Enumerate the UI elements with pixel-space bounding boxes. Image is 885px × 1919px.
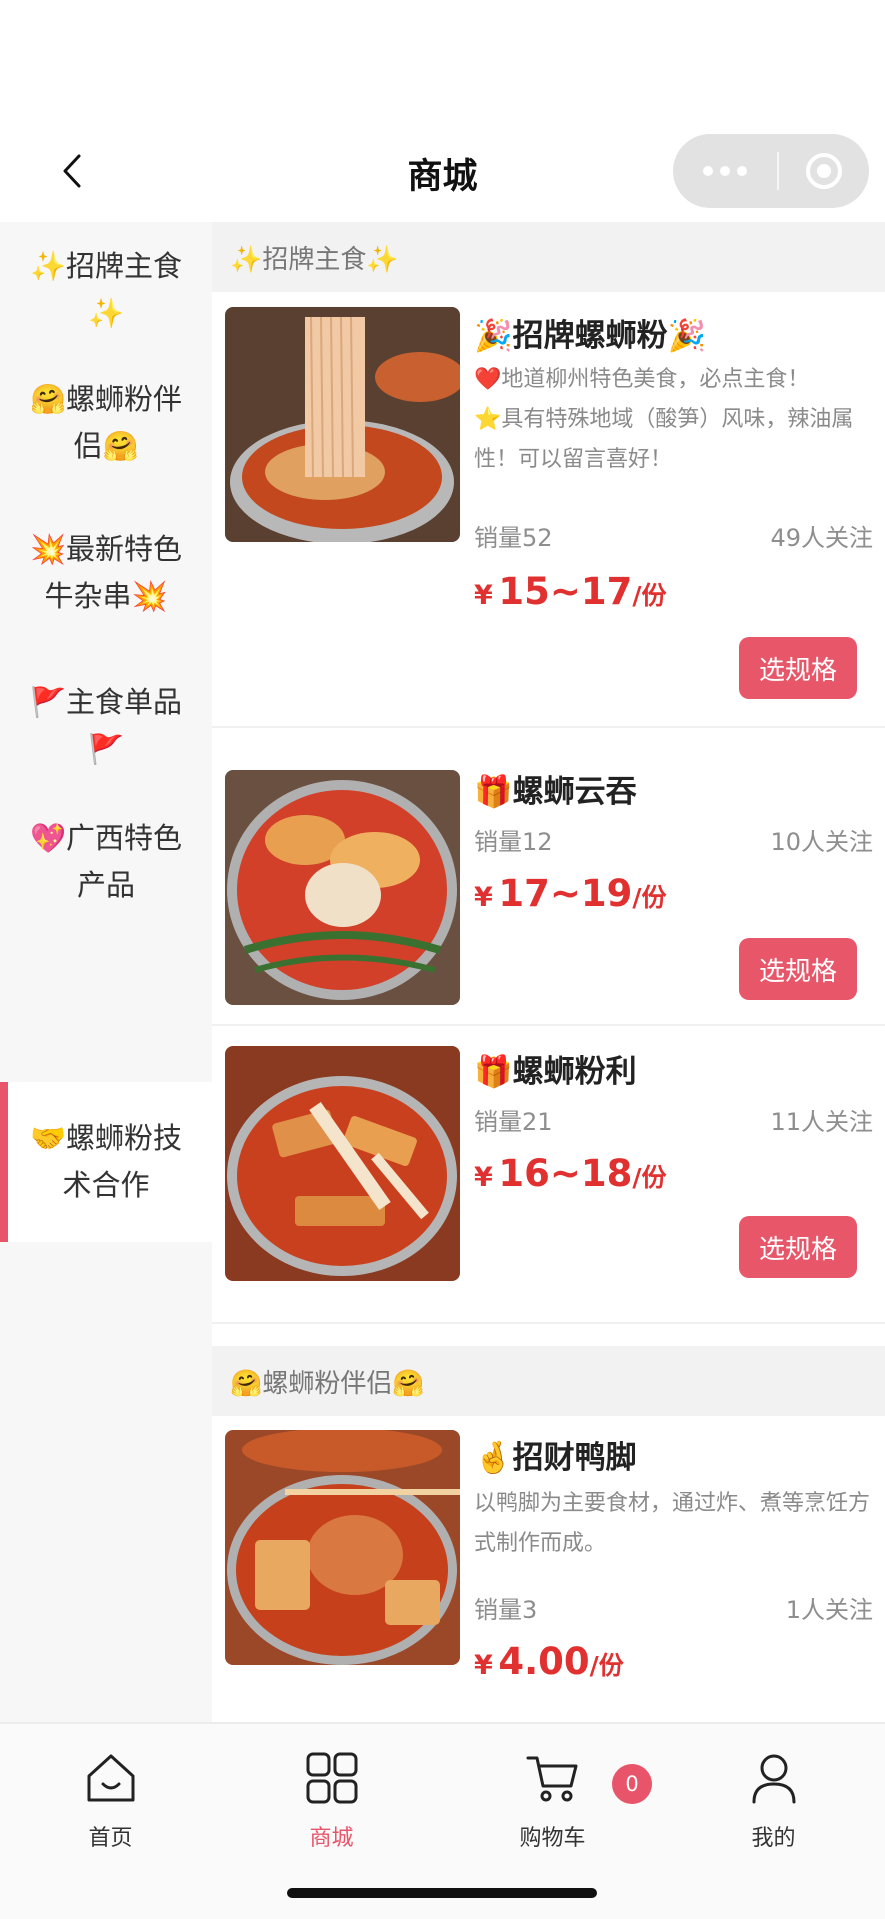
user-icon: [752, 1754, 795, 1804]
product-name[interactable]: 🎉招牌螺蛳粉🎉: [474, 310, 706, 355]
category-sidebar: ✨招牌主食✨ 🤗螺蛳粉伴侣🤗 💥最新特色牛杂串💥 🚩主食单品🚩 💖广西特色产品 …: [0, 222, 212, 1722]
sidebar-item-tech-cooperation[interactable]: 🤝螺蛳粉技术合作: [0, 1082, 212, 1242]
product-image[interactable]: [225, 1430, 460, 1665]
price-value: 4.00: [498, 1640, 590, 1683]
follower-count: 49人关注: [770, 524, 873, 552]
price-value: 17~19: [498, 872, 633, 915]
home-icon: [87, 1754, 134, 1802]
product-name[interactable]: 🎁螺蛳云吞: [474, 766, 637, 811]
sidebar-item-label: 💖广西特色产品: [29, 821, 183, 902]
product-description-line: ⭐具有特殊地域（酸笋）风味，辣油属性！可以留言喜好！: [474, 407, 854, 472]
select-spec-button[interactable]: 选规格: [739, 1216, 857, 1278]
sidebar-item-snail-noodle-companion[interactable]: 🤗螺蛳粉伴侣🤗: [0, 358, 212, 488]
tab-label: 购物车: [519, 1826, 586, 1851]
product-list[interactable]: ✨招牌主食✨ 🎉招牌螺蛳粉🎉 ❤️地道柳州特色美食，必点主食！ ⭐具有特殊地域（…: [212, 222, 885, 1722]
section-header: 🤗螺蛳粉伴侣🤗: [212, 1346, 885, 1416]
follower-count: 11人关注: [770, 1108, 873, 1136]
select-spec-button[interactable]: 选规格: [739, 938, 857, 1000]
tab-home[interactable]: 首页: [0, 1742, 221, 1852]
navigation-bar: 商城: [0, 0, 885, 222]
cart-badge: 0: [612, 1764, 652, 1804]
sales-count: 销量21: [474, 1108, 553, 1136]
product-description-line: ❤️地道柳州特色美食，必点主食！: [474, 367, 810, 392]
product-description-line: 以鸭脚为主要食材，通过炸、煮等烹饪方式制作而成。: [474, 1491, 871, 1556]
price-unit: /份: [632, 1163, 667, 1192]
sidebar-item-staple-single[interactable]: 🚩主食单品🚩: [0, 658, 212, 794]
target-circle-icon: [806, 153, 842, 189]
grid-icon: [306, 1752, 357, 1804]
sales-count: 销量52: [474, 524, 553, 552]
follower-count: 1人关注: [785, 1596, 873, 1624]
product-image[interactable]: [225, 307, 460, 542]
price-unit: /份: [589, 1651, 624, 1680]
sidebar-item-label: 💥最新特色牛杂串💥: [29, 532, 183, 613]
select-spec-button[interactable]: 选规格: [739, 637, 857, 699]
product-card[interactable]: 🎉招牌螺蛳粉🎉 ❤️地道柳州特色美食，必点主食！ ⭐具有特殊地域（酸笋）风味，辣…: [212, 292, 885, 699]
tab-profile[interactable]: 我的: [663, 1742, 884, 1852]
mini-program-capsule: [673, 134, 869, 208]
follower-count: 10人关注: [770, 828, 873, 856]
product-description: ❤️地道柳州特色美食，必点主食！ ⭐具有特殊地域（酸笋）风味，辣油属性！可以留言…: [474, 360, 874, 480]
tab-mall[interactable]: 商城: [221, 1742, 442, 1852]
sales-count: 销量12: [474, 828, 553, 856]
product-price: ¥ 15~17/份: [474, 570, 667, 613]
product-image[interactable]: [225, 1046, 460, 1281]
home-indicator: [287, 1888, 597, 1898]
product-card[interactable]: 🤞招财鸭脚 以鸭脚为主要食材，通过炸、煮等烹饪方式制作而成。 销量3 1人关注 …: [212, 1416, 885, 1722]
more-dots-icon[interactable]: [673, 134, 777, 208]
sidebar-item-label: 🚩主食单品🚩: [29, 685, 183, 766]
product-price: ¥ 16~18/份: [474, 1152, 667, 1195]
currency-symbol: ¥: [474, 882, 493, 913]
divider: [212, 1322, 885, 1324]
tab-label: 商城: [309, 1826, 354, 1851]
sidebar-item-label: ✨招牌主食✨: [29, 249, 183, 330]
currency-symbol: ¥: [474, 1650, 493, 1681]
product-image[interactable]: [225, 770, 460, 1005]
section-header: ✨招牌主食✨: [212, 222, 885, 292]
product-price: ¥ 17~19/份: [474, 872, 667, 915]
currency-symbol: ¥: [474, 1162, 493, 1193]
close-miniprogram-button[interactable]: [779, 134, 869, 208]
currency-symbol: ¥: [474, 580, 493, 611]
product-card[interactable]: 🎁螺蛳云吞 销量12 10人关注 ¥ 17~19/份 选规格: [212, 728, 885, 1026]
price-value: 15~17: [498, 570, 633, 613]
sidebar-item-signature-staple[interactable]: ✨招牌主食✨: [0, 222, 212, 358]
sidebar-item-label: 🤗螺蛳粉伴侣🤗: [29, 382, 183, 463]
product-card[interactable]: 🎁螺蛳粉利 销量21 11人关注 ¥ 16~18/份 选规格: [212, 1026, 885, 1324]
price-unit: /份: [632, 883, 667, 912]
sidebar-item-guangxi-specialty[interactable]: 💖广西特色产品: [0, 794, 212, 930]
tab-label: 我的: [751, 1826, 796, 1851]
price-value: 16~18: [498, 1152, 633, 1195]
sidebar-item-label: 🤝螺蛳粉技术合作: [29, 1121, 183, 1202]
product-name[interactable]: 🤞招财鸭脚: [474, 1432, 637, 1477]
product-price: ¥ 4.00/份: [474, 1640, 624, 1683]
sales-count: 销量3: [474, 1596, 538, 1624]
cart-icon: [526, 1756, 577, 1802]
product-name[interactable]: 🎁螺蛳粉利: [474, 1046, 637, 1091]
product-description: 以鸭脚为主要食材，通过炸、煮等烹饪方式制作而成。: [474, 1484, 874, 1564]
price-unit: /份: [632, 581, 667, 610]
tab-label: 首页: [88, 1826, 133, 1851]
sidebar-item-beef-skewers[interactable]: 💥最新特色牛杂串💥: [0, 488, 212, 658]
